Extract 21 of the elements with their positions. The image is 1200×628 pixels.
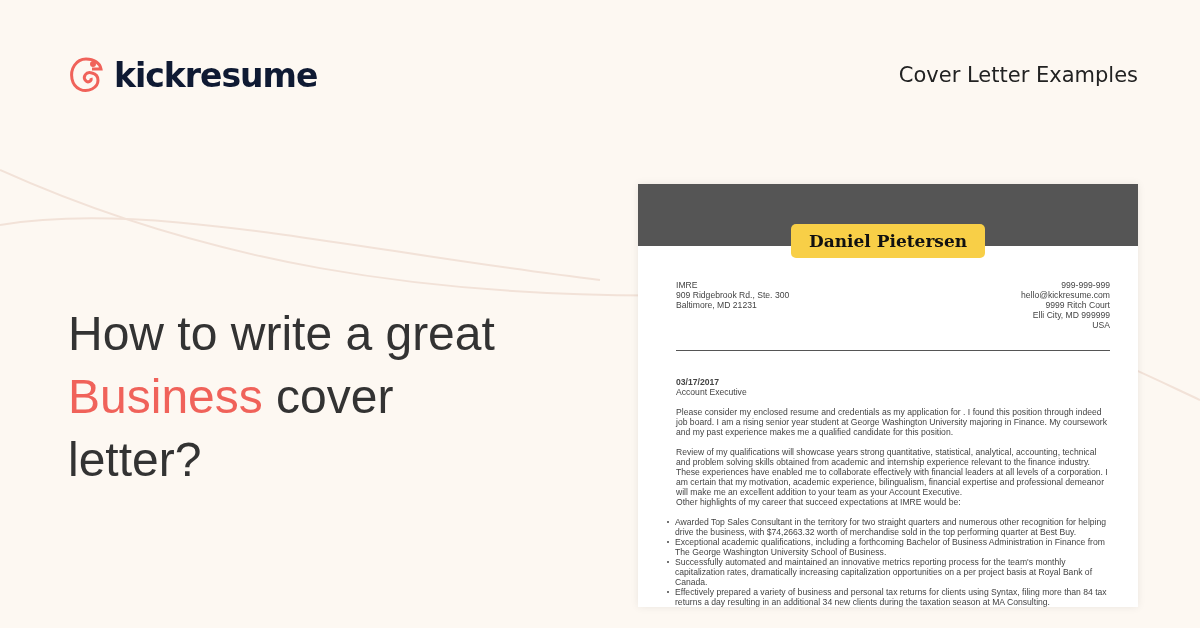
letter-bullet-text: Effectively prepared a variety of business and personal tax returns for clients using Syntax, filing more than 84 tax returns a day resulting in an additional 34 new clients during the taxation season at MA Consulting. [675, 587, 1108, 607]
letter-position: Account Executive [676, 387, 748, 397]
letter-bullet-text: Awarded Top Sales Consultant in the territory for two straight quarters and numerous other recognition for helping drive the business, with $74,2663.32 worth of merchandise sold in the top performing quarter at Best Buy. [675, 517, 1108, 537]
letter-paragraph: Review of my qualifications will showcase years strong quantitative, statistical, analytical, accounting, technical and problem solving skills obtained from academic and internship experience relevant to the finance industry. These experiences have enabled me to collaborate effectively with financial leaders at all levels of a corporation. I am certain that my motivation, academic experience, bilingualism, financial expertise and professional demeanor will make me an excellent addition to your team as your Account Executive. Other highlights of my career that succeed expectations at IMRE would be: [676, 447, 1109, 507]
letter-date: 03/17/2017 [676, 377, 720, 387]
recipient-address-line: Baltimore, MD 21231 [676, 300, 758, 310]
page-heading: How to write a great Business cover letter? [68, 306, 496, 488]
chameleon-logo-icon [68, 55, 104, 95]
sender-contact-line: hello@kickresume.com [1021, 290, 1110, 300]
letter-bullet-text: Successfully automated and maintained an innovative metrics reporting process for the team's monthly capitalization rates, dramatically increasing capitalization opportunities on a per project basis at Royal Bank of Canada. [675, 557, 1094, 587]
recipient-address-line: IMRE [676, 280, 699, 290]
letter-bullet-text: Exceptional academic qualifications, including a forthcoming Bachelor of Business Administration in Finance from The George Washington University School of Business. [675, 537, 1106, 557]
applicant-name: Daniel Pietersen [790, 224, 986, 258]
letter-paragraph: Please consider my enclosed resume and credentials as my application for . I found this position through indeed job board. I am a rising senior year student at George Washington University majoring in Finance. My coursework and my past experience makes me a qualified candidate for this position. [676, 407, 1108, 437]
logo-text: kickresume [114, 55, 318, 95]
recipient-address-line: 909 Ridgebrook Rd., Ste. 300 [676, 290, 790, 300]
sender-contact-line: 9999 Ritch Court [1044, 300, 1110, 310]
sender-contact-line: USA [1091, 320, 1110, 330]
sender-contact-line: Elli City, MD 999999 [1031, 310, 1110, 320]
sender-contact-line: 999-999-999 [1060, 280, 1110, 290]
nav-link[interactable]: Cover Letter Examples [898, 63, 1138, 87]
